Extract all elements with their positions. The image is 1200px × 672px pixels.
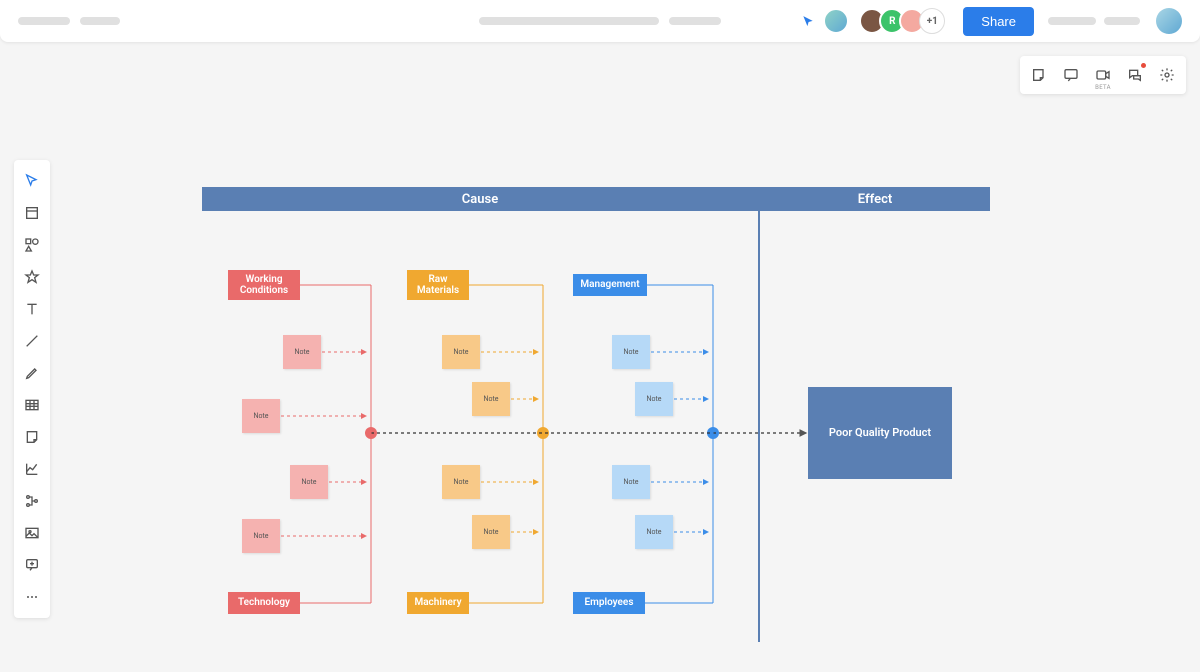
spine-node[interactable] (537, 427, 549, 439)
label-text: Working Conditions (238, 274, 290, 297)
avatar-overflow[interactable]: +1 (919, 8, 945, 34)
collaborator-avatars[interactable] (823, 8, 849, 34)
cause-label[interactable]: Machinery (407, 592, 469, 614)
breadcrumb (479, 17, 721, 25)
note[interactable]: Note (472, 515, 510, 549)
note[interactable]: Note (442, 465, 480, 499)
spine-node[interactable] (707, 427, 719, 439)
placeholder (18, 17, 70, 25)
label-text: Technology (238, 597, 290, 609)
cause-label[interactable]: Working Conditions (228, 270, 300, 300)
avatar[interactable] (823, 8, 849, 34)
label-text: Raw Materials (417, 274, 459, 297)
note[interactable]: Note (242, 519, 280, 553)
effect-box[interactable]: Poor Quality Product (808, 387, 952, 479)
label-text: Machinery (414, 597, 461, 609)
cause-label[interactable]: Technology (228, 592, 300, 614)
spine-node[interactable] (365, 427, 377, 439)
note[interactable]: Note (612, 335, 650, 369)
divider (758, 187, 760, 642)
placeholder (1048, 17, 1096, 25)
share-button[interactable]: Share (963, 7, 1034, 36)
note[interactable]: Note (242, 399, 280, 433)
label-text: Employees (585, 597, 634, 609)
effect-header: Effect (760, 187, 990, 211)
presence-cursor-icon (801, 14, 815, 28)
note[interactable]: Note (442, 335, 480, 369)
label-text: Management (580, 279, 639, 291)
effect-text: Poor Quality Product (829, 426, 931, 440)
cause-header: Cause (202, 187, 758, 211)
note[interactable]: Note (635, 382, 673, 416)
canvas[interactable]: Cause Effect Working Conditions Raw Mate… (0, 42, 1200, 630)
note[interactable]: Note (290, 465, 328, 499)
note[interactable]: Note (612, 465, 650, 499)
note[interactable]: Note (283, 335, 321, 369)
cause-label[interactable]: Raw Materials (407, 270, 469, 300)
placeholder (1104, 17, 1140, 25)
collaborator-avatars[interactable]: R +1 (865, 8, 945, 34)
note[interactable]: Note (635, 515, 673, 549)
placeholder (80, 17, 120, 25)
note[interactable]: Note (472, 382, 510, 416)
diagram-connectors (0, 42, 1200, 672)
user-avatar[interactable] (1156, 8, 1182, 34)
top-bar: R +1 Share (0, 0, 1200, 42)
cause-label[interactable]: Employees (573, 592, 645, 614)
cause-label[interactable]: Management (573, 274, 647, 296)
